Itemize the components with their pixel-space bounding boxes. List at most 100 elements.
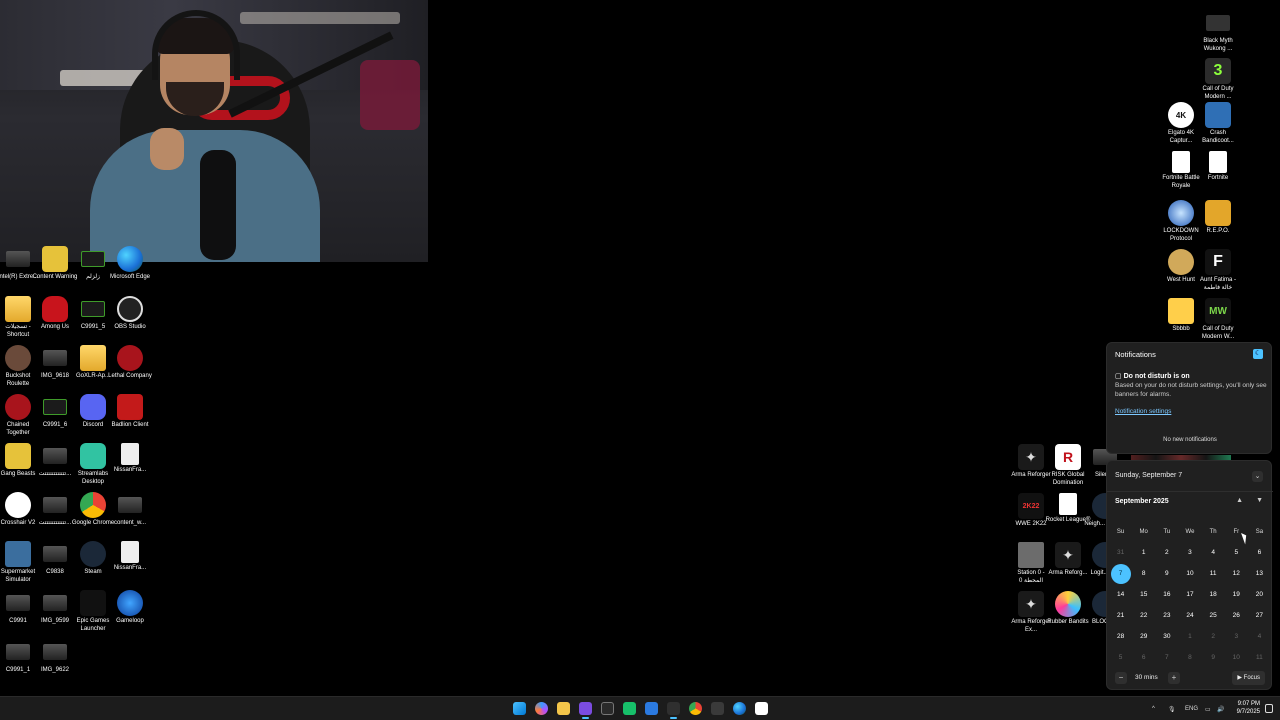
- calendar-day-number: 11: [1256, 654, 1263, 661]
- desktop-shortcut[interactable]: OBS Studio: [107, 296, 153, 332]
- desktop-shortcut[interactable]: 3 Call of Duty Modern ...: [1195, 58, 1241, 101]
- xbox-icon[interactable]: [601, 702, 614, 715]
- calendar-day[interactable]: 15: [1132, 591, 1155, 598]
- volume-icon[interactable]: 🔊: [1217, 697, 1224, 720]
- badlion-icon: [117, 394, 143, 420]
- calendar-day[interactable]: 27: [1248, 612, 1271, 619]
- calendar-day[interactable]: 8: [1178, 654, 1201, 661]
- calendar-day[interactable]: 23: [1155, 612, 1178, 619]
- calendar-day-today[interactable]: 7: [1109, 563, 1132, 584]
- calendar-day[interactable]: 16: [1155, 591, 1178, 598]
- calendar-day[interactable]: 20: [1248, 591, 1271, 598]
- calendar-day[interactable]: 4: [1202, 549, 1225, 556]
- desktop-shortcut[interactable]: F Aunt Fatima - خالة فاطمة: [1195, 249, 1241, 292]
- calendar-day[interactable]: 6: [1248, 549, 1271, 556]
- focus-increase-button[interactable]: +: [1168, 672, 1180, 684]
- calendar-day[interactable]: 17: [1178, 591, 1201, 598]
- desktop-shortcut[interactable]: R.E.P.O.: [1195, 200, 1241, 236]
- language-indicator[interactable]: ENG: [1185, 697, 1198, 720]
- calendar-day[interactable]: 8: [1132, 570, 1155, 577]
- calendar-day[interactable]: 5: [1109, 654, 1132, 661]
- desktop-shortcut[interactable]: Microsoft Edge: [107, 246, 153, 282]
- microphone-icon[interactable]: 🎙: [1168, 697, 1176, 720]
- calendar-month-label[interactable]: September 2025: [1115, 498, 1169, 505]
- calendar-day[interactable]: 28: [1109, 633, 1132, 640]
- desktop-shortcut[interactable]: content_w...: [107, 492, 153, 528]
- desktop-shortcut[interactable]: Badlion Client: [107, 394, 153, 430]
- calendar-day[interactable]: 30: [1155, 633, 1178, 640]
- app-icon[interactable]: [711, 702, 724, 715]
- do-not-disturb-toggle[interactable]: ☾: [1253, 349, 1263, 359]
- network-icon[interactable]: ▭: [1205, 697, 1211, 720]
- calendar-day[interactable]: 1: [1178, 633, 1201, 640]
- teams-icon[interactable]: [579, 702, 592, 719]
- calendar-day[interactable]: 11: [1202, 570, 1225, 577]
- file-icon: [121, 443, 139, 465]
- calendar-day[interactable]: 7: [1155, 654, 1178, 661]
- shortcut-label: Black Myth Wukong ...: [1203, 38, 1233, 52]
- calendar-day[interactable]: 11: [1248, 654, 1271, 661]
- chrome-icon[interactable]: [689, 702, 702, 715]
- desktop-shortcut[interactable]: MW Call of Duty Modern W...: [1195, 298, 1241, 341]
- calendar-day[interactable]: 9: [1155, 570, 1178, 577]
- start-button[interactable]: [513, 702, 526, 715]
- desktop-shortcut[interactable]: NissanFra...: [107, 541, 153, 573]
- calendar-day[interactable]: 26: [1225, 612, 1248, 619]
- desktop-shortcut[interactable]: Lethal Company: [107, 345, 153, 381]
- next-month-button[interactable]: ▼: [1256, 497, 1263, 504]
- focus-session-bar: − 30 mins + ▶ Focus: [1107, 669, 1273, 689]
- folder-icon: [5, 296, 31, 322]
- calendar-day[interactable]: 3: [1225, 633, 1248, 640]
- desktop-shortcut[interactable]: Crash Bandicoot...: [1195, 102, 1241, 145]
- supermarket-icon: [5, 541, 31, 567]
- calendar-day-number: 6: [1257, 549, 1262, 556]
- calendar-day[interactable]: 10: [1225, 654, 1248, 661]
- calendar-day[interactable]: 3: [1178, 549, 1201, 556]
- notification-bell-icon[interactable]: [1265, 704, 1273, 713]
- security-icon[interactable]: [645, 702, 658, 715]
- app-icon[interactable]: [623, 702, 636, 715]
- calendar-day[interactable]: 6: [1132, 654, 1155, 661]
- calendar-collapse-button[interactable]: ⌄: [1252, 471, 1263, 482]
- calendar-day[interactable]: 14: [1109, 591, 1132, 598]
- tray-overflow-chevron[interactable]: ^: [1152, 697, 1155, 720]
- calendar-day[interactable]: 22: [1132, 612, 1155, 619]
- desktop-shortcut[interactable]: Black Myth Wukong ...: [1195, 10, 1241, 53]
- calendar-day-number: 9: [1211, 654, 1215, 661]
- calendar-day[interactable]: 1: [1132, 549, 1155, 556]
- calendar-day[interactable]: 4: [1248, 633, 1271, 640]
- calendar-day[interactable]: 13: [1248, 570, 1271, 577]
- calendar-day[interactable]: 2: [1202, 633, 1225, 640]
- desktop-shortcut[interactable]: NissanFra...: [107, 443, 153, 475]
- calendar-day[interactable]: 5: [1225, 549, 1248, 556]
- desktop-shortcut[interactable]: IMG_9622: [32, 639, 78, 675]
- calendar-day[interactable]: 18: [1202, 591, 1225, 598]
- focus-start-button[interactable]: ▶ Focus: [1232, 671, 1265, 685]
- desktop-shortcut[interactable]: Gameloop: [107, 590, 153, 626]
- file-explorer-icon[interactable]: [557, 702, 570, 715]
- calendar-day[interactable]: 9: [1202, 654, 1225, 661]
- copilot-icon[interactable]: [535, 702, 548, 715]
- streamlabs-icon[interactable]: [667, 702, 680, 719]
- calendar-day[interactable]: 2: [1155, 549, 1178, 556]
- previous-month-button[interactable]: ▲: [1236, 497, 1243, 504]
- focus-decrease-button[interactable]: −: [1115, 672, 1127, 684]
- notepad-icon[interactable]: [755, 702, 768, 715]
- notification-settings-link[interactable]: Notification settings: [1115, 408, 1171, 415]
- arma-icon: ✦: [1018, 591, 1044, 617]
- edge-icon[interactable]: [733, 702, 746, 715]
- desktop-shortcut[interactable]: Fortnite: [1195, 151, 1241, 183]
- calendar-day[interactable]: 12: [1225, 570, 1248, 577]
- calendar-day-number: 25: [1209, 612, 1217, 619]
- calendar-day[interactable]: 21: [1109, 612, 1132, 619]
- wukong-icon: [1206, 15, 1230, 31]
- calendar-day[interactable]: 10: [1178, 570, 1201, 577]
- calendar-day[interactable]: 29: [1132, 633, 1155, 640]
- system-clock[interactable]: 9:07 PM 9/7/2025: [1237, 700, 1260, 716]
- calendar-day[interactable]: 31: [1109, 549, 1132, 556]
- calendar-day-number: 14: [1116, 591, 1125, 598]
- calendar-day[interactable]: 25: [1202, 612, 1225, 619]
- calendar-day[interactable]: 24: [1178, 612, 1201, 619]
- calendar-day[interactable]: 19: [1225, 591, 1248, 598]
- calendar-day-number: 4: [1257, 633, 1262, 640]
